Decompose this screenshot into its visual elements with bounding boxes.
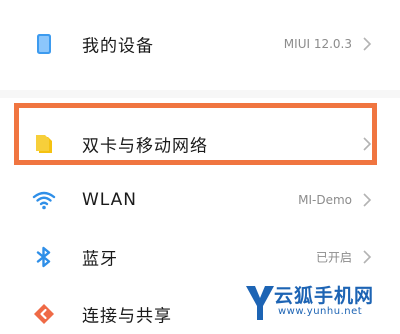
sim-card-icon [32, 132, 56, 156]
settings-item-value: 已开启 [315, 250, 352, 265]
settings-item-label: 连接与共享 [82, 306, 172, 327]
wifi-icon [32, 188, 56, 212]
settings-item-label: 双卡与移动网络 [82, 136, 208, 157]
settings-item-value: MIUI 12.0.3 [283, 37, 352, 51]
chevron-right-icon [362, 136, 372, 152]
watermark: 云狐手机网 www.yunhu.net [244, 278, 394, 328]
settings-item-label: WLAN [82, 190, 138, 210]
bluetooth-icon [32, 245, 56, 269]
settings-item-label: 蓝牙 [82, 249, 118, 270]
chevron-right-icon [362, 36, 372, 52]
settings-item-wlan[interactable]: WLAN MI-Demo [0, 180, 400, 220]
settings-item-dual-sim-mobile-network[interactable]: 双卡与移动网络 [0, 124, 400, 164]
settings-item-label: 我的设备 [82, 36, 154, 57]
connection-sharing-icon [32, 302, 56, 326]
settings-item-bluetooth[interactable]: 蓝牙 已开启 [0, 237, 400, 277]
section-divider [0, 90, 400, 98]
settings-item-my-device[interactable]: 我的设备 MIUI 12.0.3 [0, 24, 400, 64]
settings-item-value: MI-Demo [298, 193, 352, 207]
watermark-title: 云狐手机网 [274, 285, 375, 307]
watermark-url: www.yunhu.net [278, 306, 363, 317]
chevron-right-icon [362, 249, 372, 265]
chevron-right-icon [362, 192, 372, 208]
phone-icon [32, 32, 56, 56]
watermark-logo-icon [244, 282, 276, 324]
